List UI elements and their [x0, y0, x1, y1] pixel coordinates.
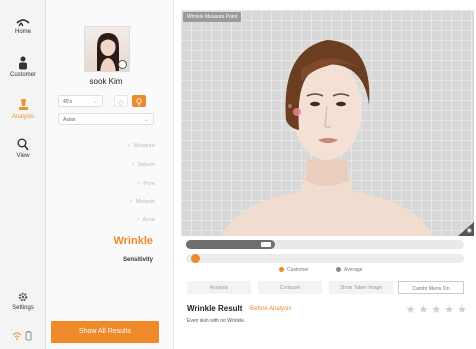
avatar[interactable] [84, 26, 130, 72]
customer-icon [19, 56, 27, 70]
check-icon: ✓ [135, 217, 141, 223]
legend-customer: Customer [279, 267, 309, 273]
ethnicity-select-value: Asian [63, 117, 76, 123]
camera-icon: ◉ [466, 228, 472, 234]
tab-analysis[interactable]: Analysis [187, 281, 251, 294]
check-icon: ✓ [129, 199, 134, 205]
tab-show-taken-image[interactable]: Show Taken Image [329, 281, 393, 294]
customer-bar-track [186, 254, 464, 263]
star-icon: ★ [405, 304, 419, 316]
legend-average: Average [336, 267, 363, 273]
show-all-results-button[interactable]: Show All Results [51, 321, 159, 343]
metric-acne[interactable]: ✓ Acne [136, 217, 155, 223]
wrinkle-measure-point-label: Wrinkle Measure Point [183, 12, 242, 22]
average-bar-track [186, 240, 464, 249]
nav-view[interactable]: View [0, 138, 46, 159]
star-icon: ★ [444, 304, 458, 316]
star-icon: ★ [418, 304, 432, 316]
nav-home[interactable]: Home [0, 17, 46, 35]
rating-stars: ★★★★★ [406, 303, 470, 316]
metric-pore[interactable]: ✓ Pore [137, 181, 155, 187]
female-toggle[interactable] [132, 95, 146, 107]
metric-wrinkle[interactable]: Wrinkle [113, 235, 153, 247]
age-select[interactable]: 40's ⌄ [58, 95, 103, 107]
metric-moisture-label: Moisture [133, 143, 155, 149]
metric-sensitivity[interactable]: Sensitivity [123, 257, 153, 263]
home-icon [16, 19, 30, 27]
legend-customer-label: Customer [287, 267, 309, 273]
metric-moisture[interactable]: ✓ Moisture [127, 143, 155, 149]
profile-panel: sook Kim 40's ⌄ Asian ⌄ ✓ Moisture ✓ Sebum… [46, 0, 174, 349]
average-bar-fill [186, 240, 275, 249]
customer-dot-icon [279, 267, 284, 272]
metric-sebum-label: Sebum [137, 162, 155, 168]
nav-settings-label: Settings [12, 305, 34, 311]
star-icon: ★ [431, 304, 445, 316]
average-dot-icon [336, 267, 341, 272]
nav-home-label: Home [14, 29, 31, 35]
nav-customer-label: Customer [9, 72, 36, 78]
customer-name: sook Kim [89, 77, 123, 86]
star-icon: ★ [457, 304, 470, 316]
check-icon: ✓ [127, 143, 132, 149]
tab-compare[interactable]: Compare [258, 281, 322, 294]
magnifier-icon [17, 138, 29, 151]
wifi-battery-icon [12, 331, 32, 341]
gear-icon [18, 292, 28, 302]
metric-acne-label: Acne [142, 217, 155, 223]
result-subtitle: Before Analysis [250, 306, 292, 312]
chevron-down-icon: ⌄ [143, 117, 149, 123]
nav-customer[interactable]: Customer [0, 56, 46, 78]
nav-analysis[interactable]: Analysis [0, 98, 46, 120]
status-icons [12, 328, 36, 341]
nav-analysis-label: Analysis [11, 114, 35, 120]
check-icon: ✓ [136, 181, 142, 187]
customer-marker[interactable] [191, 254, 200, 263]
metric-melanin-label: Melanin [135, 199, 155, 205]
female-icon [136, 98, 142, 106]
age-select-value: 40's [63, 99, 73, 105]
ethnicity-select[interactable]: Asian ⌄ [58, 113, 154, 125]
average-marker-icon [261, 242, 271, 247]
result-description: Even skin with no Wrinkle. [187, 318, 246, 324]
check-icon: ✓ [130, 162, 136, 168]
face-viewer[interactable]: Wrinkle Measure Point ◉ [181, 10, 474, 236]
face-illustration [221, 40, 433, 236]
nav-view-label: View [16, 153, 30, 159]
male-toggle[interactable] [114, 95, 128, 107]
metric-sebum[interactable]: ✓ Sebum [131, 162, 155, 168]
result-title: Wrinkle Result [187, 304, 243, 313]
nav-settings[interactable]: Settings [0, 291, 46, 311]
analysis-icon [18, 99, 28, 110]
metric-pore-label: Pore [143, 181, 155, 187]
male-icon [118, 100, 124, 106]
edit-photo-icon[interactable] [118, 60, 127, 69]
legend-average-label: Average [344, 267, 363, 273]
tab-cambr-menu-on[interactable]: Cambr Menu On [398, 281, 464, 294]
chevron-down-icon: ⌄ [92, 99, 98, 105]
nav-rail: Home Customer Analysis View Settings [0, 0, 46, 349]
metric-melanin[interactable]: ✓ Melanin [129, 199, 155, 205]
